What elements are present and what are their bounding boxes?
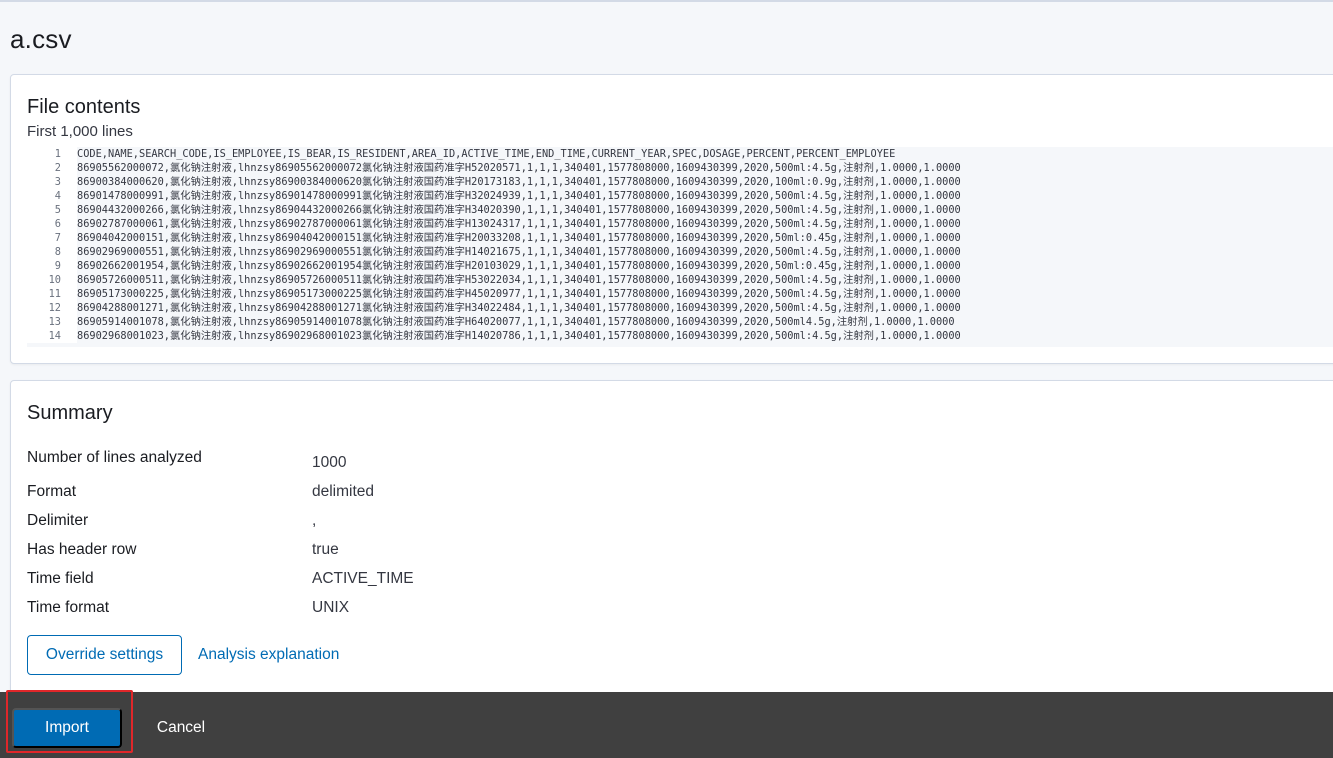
line-text: 86905173000225,氯化钠注射液,lhnzsy869051730002… (77, 288, 961, 300)
line-text: 86900384000620,氯化钠注射液,lhnzsy869003840006… (77, 176, 961, 188)
summary-key: Time format (27, 599, 110, 616)
file-contents-subtitle: First 1,000 lines (27, 123, 133, 140)
summary-key: Delimiter (27, 512, 89, 529)
code-line: 9 86902662001954,氯化钠注射液,lhnzsy86902662001… (27, 259, 1333, 273)
summary-key: Time field (27, 570, 94, 587)
line-text: 86902787000061,氯化钠注射液,lhnzsy869027870000… (77, 218, 961, 230)
line-text: 86904432000266,氯化钠注射液,lhnzsy869044320002… (77, 204, 961, 216)
code-line: 12 86904288001271,氯化钠注射液,lhnzsy8690428800… (27, 301, 1333, 315)
summary-key: Number of lines analyzed (27, 449, 202, 466)
summary-value: ACTIVE_TIME (312, 570, 414, 587)
line-number: 5 (27, 203, 77, 217)
code-line: 14 86902968001023,氯化钠注射液,lhnzsy8690296800… (27, 329, 1333, 343)
code-line: 2 86905562000072,氯化钠注射液,lhnzsy86905562000… (27, 161, 1333, 175)
code-line: 13 86905914001078,氯化钠注射液,lhnzsy8690591400… (27, 315, 1333, 329)
line-number: 9 (27, 259, 77, 273)
bottom-bar: Import Cancel (0, 690, 1333, 758)
line-number: 12 (27, 301, 77, 315)
line-number: 3 (27, 175, 77, 189)
summary-value: true (312, 541, 339, 558)
summary-panel: Summary Number of lines analyzed 1000 Fo… (10, 380, 1333, 700)
file-contents-code[interactable]: 1 CODE,NAME,SEARCH_CODE,IS_EMPLOYEE,IS_BE… (27, 147, 1333, 347)
line-text: 86902968001023,氯化钠注射液,lhnzsy869029680010… (77, 330, 961, 342)
summary-value: delimited (312, 483, 375, 500)
code-line: 1 CODE,NAME,SEARCH_CODE,IS_EMPLOYEE,IS_BE… (27, 147, 1333, 161)
line-text: 86902662001954,氯化钠注射液,lhnzsy869026620019… (77, 260, 961, 272)
line-number: 8 (27, 245, 77, 259)
line-text: 86901478000991,氯化钠注射液,lhnzsy869014780009… (77, 190, 961, 202)
summary-key: Format (27, 483, 77, 500)
file-contents-title: File contents (27, 96, 141, 118)
summary-key: Has header row (27, 541, 137, 558)
code-line: 7 86904042000151,氯化钠注射液,lhnzsy86904042000… (27, 231, 1333, 245)
cancel-button[interactable]: Cancel (140, 708, 222, 748)
line-number: 4 (27, 189, 77, 203)
summary-value: , (312, 512, 317, 529)
override-settings-button[interactable]: Override settings (27, 635, 182, 675)
line-text: 86904288001271,氯化钠注射液,lhnzsy869042880012… (77, 302, 961, 314)
line-number: 11 (27, 287, 77, 301)
code-line: 11 86905173000225,氯化钠注射液,lhnzsy8690517300… (27, 287, 1333, 301)
code-line: 4 86901478000991,氯化钠注射液,lhnzsy86901478000… (27, 189, 1333, 203)
line-number: 1 (27, 147, 77, 161)
summary-value: 1000 (312, 454, 347, 471)
summary-title: Summary (27, 402, 113, 424)
line-text: 86905726000511,氯化钠注射液,lhnzsy869057260005… (77, 274, 961, 286)
code-line: 8 86902969000551,氯化钠注射液,lhnzsy86902969000… (27, 245, 1333, 259)
line-text: 86905914001078,氯化钠注射液,lhnzsy869059140010… (77, 316, 955, 328)
file-contents-panel: File contents First 1,000 lines 1 CODE,NA… (10, 74, 1333, 364)
line-text: CODE,NAME,SEARCH_CODE,IS_EMPLOYEE,IS_BEA… (77, 148, 896, 160)
code-line: 5 86904432000266,氯化钠注射液,lhnzsy86904432000… (27, 203, 1333, 217)
analysis-explanation-link[interactable]: Analysis explanation (198, 646, 339, 664)
code-line: 6 86902787000061,氯化钠注射液,lhnzsy86902787000… (27, 217, 1333, 231)
line-text: 86905562000072,氯化钠注射液,lhnzsy869055620000… (77, 162, 961, 174)
line-text: 86904042000151,氯化钠注射液,lhnzsy869040420001… (77, 232, 961, 244)
top-divider (0, 0, 1333, 2)
line-number: 7 (27, 231, 77, 245)
line-text: 86902969000551,氯化钠注射液,lhnzsy869029690005… (77, 246, 961, 258)
line-number: 14 (27, 329, 77, 343)
line-number: 10 (27, 273, 77, 287)
line-number: 2 (27, 161, 77, 175)
summary-value: UNIX (312, 599, 350, 616)
page-title: a.csv (10, 24, 72, 54)
line-number: 13 (27, 315, 77, 329)
line-number: 6 (27, 217, 77, 231)
import-button[interactable]: Import (12, 708, 122, 748)
code-line: 10 86905726000511,氯化钠注射液,lhnzsy8690572600… (27, 273, 1333, 287)
code-line: 3 86900384000620,氯化钠注射液,lhnzsy86900384000… (27, 175, 1333, 189)
